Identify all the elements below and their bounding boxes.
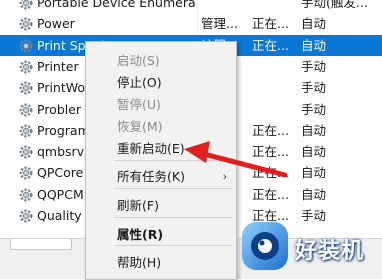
- menu-item-label: 帮助(H): [117, 255, 162, 270]
- service-startup-type: 手动: [301, 58, 327, 74]
- service-status: [252, 56, 296, 77]
- service-gear-icon: [18, 38, 34, 54]
- menu-item-label: 停止(O): [117, 75, 162, 90]
- service-startup-type: 自动: [301, 122, 327, 138]
- menu-item-label: 刷新(F): [117, 198, 159, 213]
- menu-separator: [114, 245, 232, 246]
- menu-item-label: 属性(R): [117, 227, 164, 242]
- menu-separator: [114, 217, 232, 218]
- service-gear-icon: [18, 59, 34, 75]
- service-status: [252, 99, 296, 120]
- service-status: [252, 77, 296, 98]
- service-startup-type: 自动: [301, 37, 327, 53]
- service-startup-type: 自动: [301, 186, 327, 202]
- service-status: [252, 0, 296, 13]
- service-gear-icon: [18, 187, 34, 203]
- menu-item-label: 恢复(M): [117, 119, 163, 134]
- red-arrow-annotation: [184, 141, 288, 178]
- menu-item-start: 启动(S): [87, 50, 235, 71]
- service-gear-icon: [18, 144, 34, 160]
- service-gear-icon: [18, 208, 34, 224]
- menu-item-label: 启动(S): [117, 53, 160, 68]
- service-gear-icon: [18, 123, 34, 139]
- service-status: 正在...: [252, 186, 289, 202]
- menu-item-stop[interactable]: 停止(O): [87, 72, 235, 93]
- service-description: [201, 0, 247, 13]
- service-startup-type: 手动(触发...: [301, 0, 368, 10]
- service-name: Power: [37, 16, 75, 32]
- service-status: 正在...: [252, 37, 289, 53]
- service-gear-icon: [18, 165, 34, 181]
- service-gear-icon: [18, 80, 34, 96]
- service-status: 正在...: [252, 16, 289, 32]
- watermark-text: 好装机: [295, 239, 365, 264]
- menu-separator: [114, 188, 232, 189]
- service-description: 管理...: [201, 16, 238, 32]
- service-row[interactable]: Portable Device Enumera... 手动(触发...: [0, 0, 382, 13]
- service-startup-type: 自动: [301, 144, 327, 160]
- service-gear-icon: [18, 102, 34, 118]
- service-name: Portable Device Enumera...: [37, 0, 197, 10]
- service-startup-type: 自动: [301, 16, 327, 32]
- menu-item-label: 暂停(U): [117, 97, 161, 112]
- service-startup-type: 手动: [301, 101, 327, 117]
- service-startup-type: 手动: [301, 80, 327, 96]
- menu-item-help[interactable]: 帮助(H): [87, 252, 235, 273]
- menu-item-pause: 暂停(U): [87, 94, 235, 115]
- menu-item-refresh[interactable]: 刷新(F): [87, 195, 235, 216]
- service-gear-icon: [18, 0, 34, 11]
- service-row[interactable]: Power 管理... 正在... 自动: [0, 13, 382, 34]
- tab-stub[interactable]: [10, 239, 72, 250]
- service-startup-type: 自动: [301, 165, 327, 181]
- service-gear-icon: [18, 16, 34, 32]
- menu-item-properties[interactable]: 属性(R): [87, 224, 235, 245]
